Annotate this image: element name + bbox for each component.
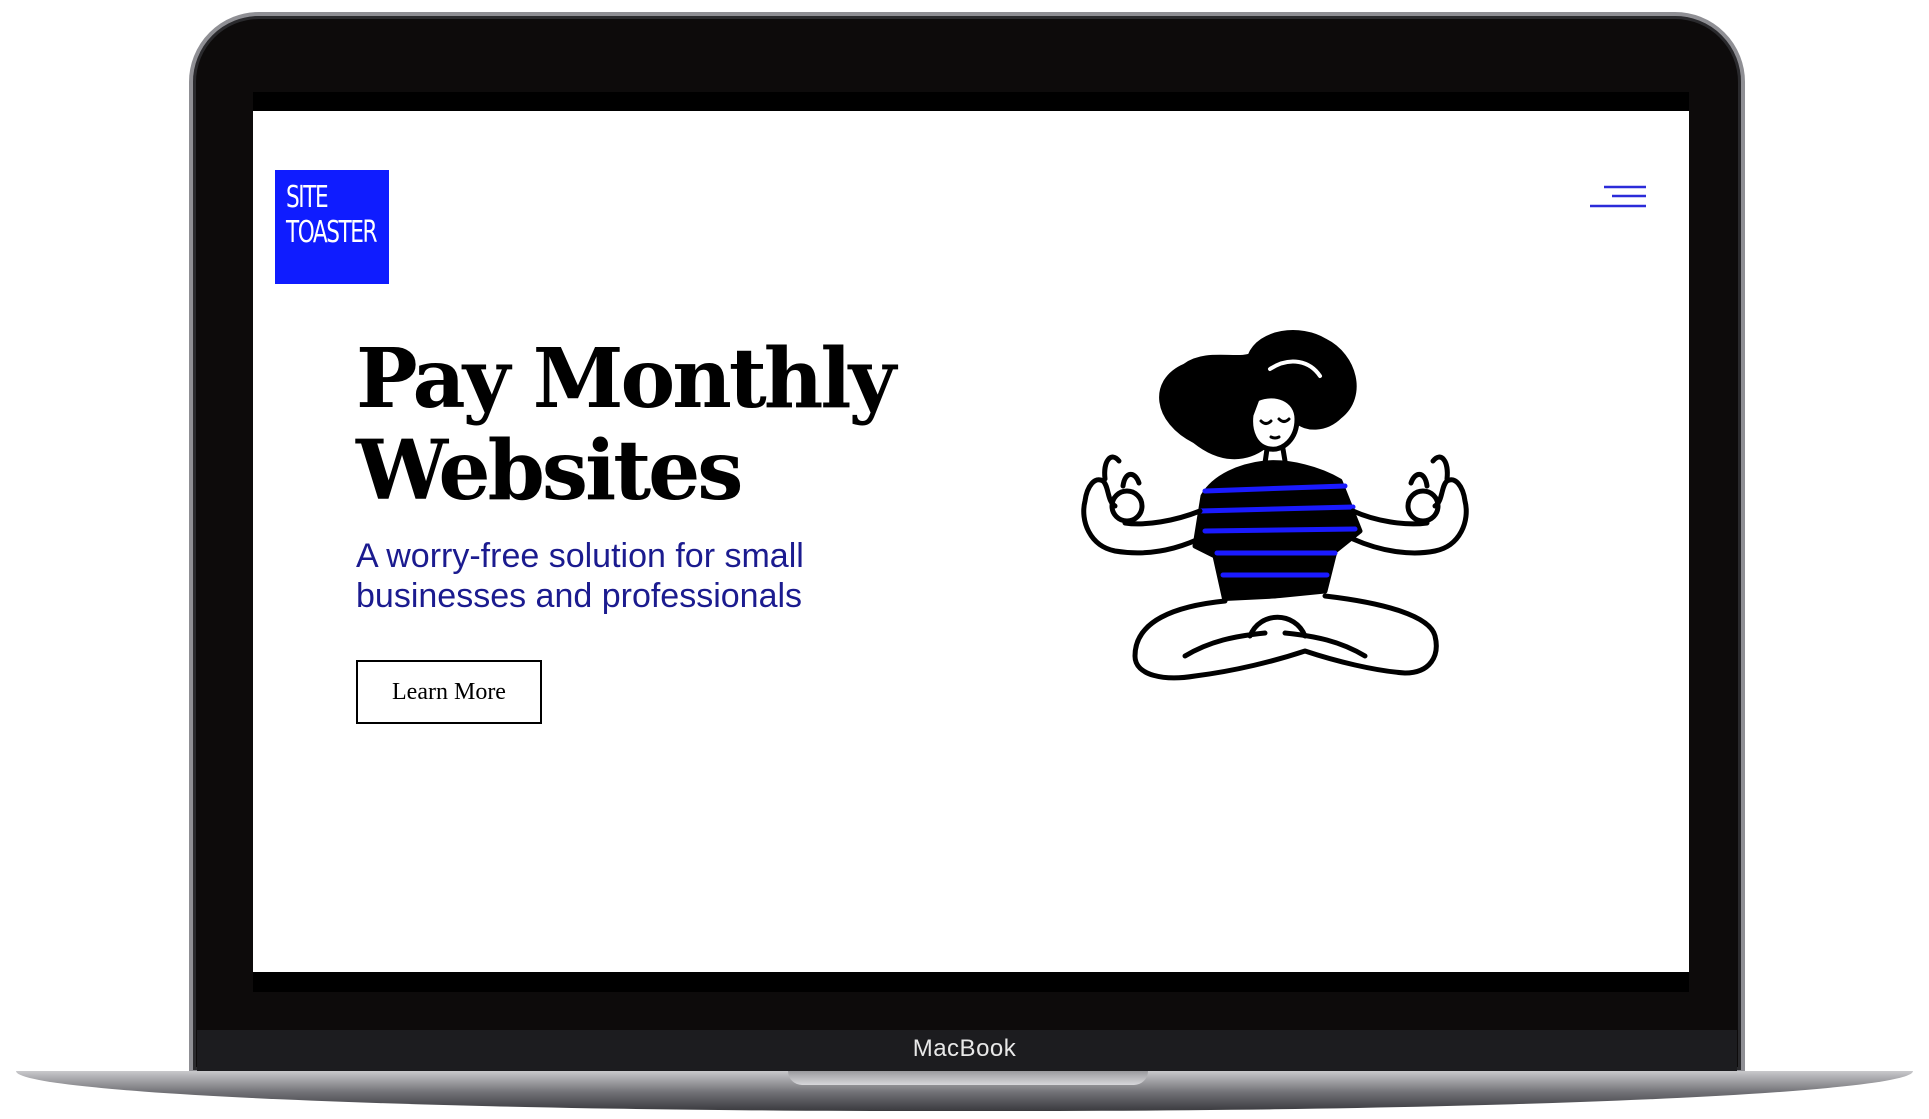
screen-bezel-bottom: [253, 972, 1689, 992]
hero-title-line-1: Pay Monthly: [356, 331, 896, 427]
logo-line-2: TOASTER: [286, 215, 378, 250]
hero-subtitle: A worry-free solution for small business…: [356, 537, 804, 615]
meditating-woman-illustration: [1035, 311, 1505, 691]
logo-line-1: SITE: [286, 180, 329, 215]
learn-more-button[interactable]: Learn More: [356, 660, 542, 724]
screen-bezel-top: [253, 92, 1689, 112]
hamburger-menu-icon[interactable]: [1588, 184, 1648, 212]
website-screen: SITE TOASTER Pay Monthly Websites A worr…: [253, 111, 1689, 972]
hero-title-line-2: Websites: [356, 423, 743, 519]
site-logo[interactable]: SITE TOASTER: [275, 170, 389, 284]
device-label: MacBook: [912, 1035, 1017, 1062]
hero-title: Pay Monthly Websites: [356, 333, 976, 517]
laptop-base-notch: [788, 1071, 1148, 1085]
